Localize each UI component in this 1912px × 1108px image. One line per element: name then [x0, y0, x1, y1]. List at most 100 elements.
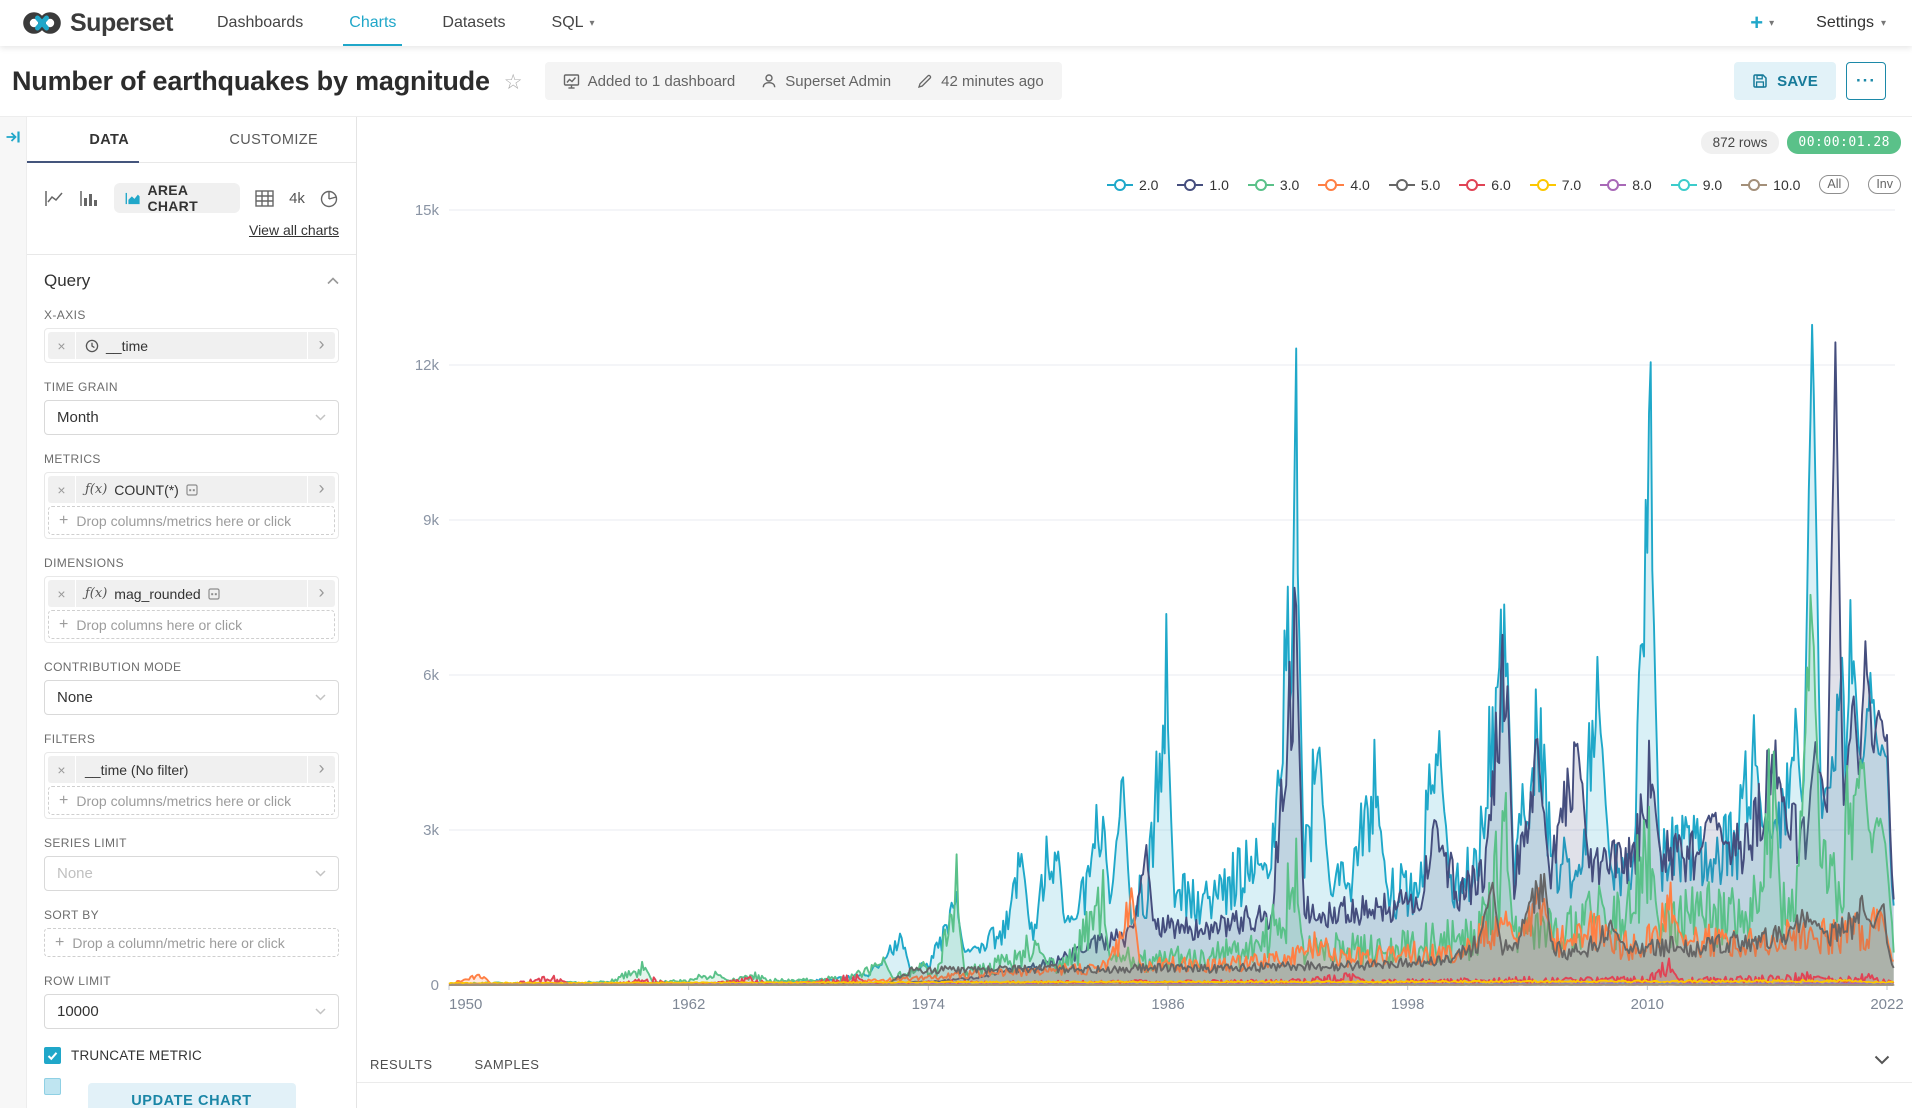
- last-modified-badge[interactable]: 42 minutes ago: [917, 73, 1044, 90]
- row-count-badge: 872 rows: [1701, 131, 1780, 154]
- main-nav: Dashboards Charts Datasets SQL▾: [217, 0, 595, 46]
- time-grain-field-label: TIME GRAIN: [44, 380, 339, 394]
- viztype-4k[interactable]: 4k: [289, 190, 305, 207]
- dimensions-dropzone[interactable]: + Drop columns here or click: [48, 610, 335, 639]
- time-grain-select[interactable]: Month: [44, 400, 339, 435]
- viztype-selected-area-chart[interactable]: AREA CHART: [114, 183, 240, 213]
- remove-icon[interactable]: ×: [48, 332, 75, 359]
- sort-by-field-label: SORT BY: [44, 908, 339, 922]
- tab-customize[interactable]: CUSTOMIZE: [192, 117, 357, 162]
- pie-chart-icon[interactable]: [320, 188, 339, 208]
- chart-pane: 872 rows 00:00:01.28 2.01.03.04.05.06.07…: [357, 117, 1912, 1108]
- remove-icon[interactable]: ×: [48, 580, 75, 607]
- collapse-rail: [0, 117, 27, 1108]
- nav-item-datasets[interactable]: Datasets: [442, 0, 505, 46]
- query-section-title: Query: [44, 271, 90, 291]
- dropzone-hint: Drop columns here or click: [76, 617, 242, 633]
- chevron-down-icon: [315, 870, 326, 877]
- settings-menu-button[interactable]: Settings ▾: [1816, 14, 1886, 32]
- view-all-charts-link[interactable]: View all charts: [249, 222, 339, 238]
- row-limit-field-label: ROW LIMIT: [44, 974, 339, 988]
- tab-results[interactable]: RESULTS: [370, 1057, 433, 1072]
- collapse-section-icon[interactable]: [327, 277, 339, 285]
- data-panel: DATA CUSTOMIZE AREA CHART 4k: [27, 117, 357, 1108]
- chart-meta-group: Added to 1 dashboard Superset Admin 42 m…: [545, 62, 1062, 100]
- area-chart-icon: [125, 191, 140, 206]
- check-icon: [47, 1051, 58, 1061]
- row-limit-value: 10000: [57, 1003, 99, 1020]
- y-tick-label: 6k: [423, 667, 439, 684]
- truncate-metric-checkbox[interactable]: [44, 1047, 61, 1064]
- plus-icon: +: [1750, 12, 1763, 34]
- line-chart-icon[interactable]: [44, 188, 64, 208]
- nav-item-charts[interactable]: Charts: [349, 0, 396, 46]
- table-icon[interactable]: [255, 188, 274, 208]
- dropzone-hint: Drop a column/metric here or click: [72, 935, 284, 951]
- superset-logo-icon: [22, 10, 62, 36]
- dimension-pill[interactable]: × ƒ(x) mag_rounded ›: [48, 580, 335, 607]
- chevron-down-icon: [315, 1008, 326, 1015]
- function-icon: ƒ(x): [85, 586, 107, 601]
- update-chart-button[interactable]: UPDATE CHART: [88, 1083, 296, 1108]
- metric-value: COUNT(*): [114, 482, 179, 498]
- time-grain-value: Month: [57, 409, 99, 426]
- chevron-right-icon[interactable]: ›: [308, 332, 335, 359]
- chart-header: Number of earthquakes by magnitude ☆ Add…: [0, 46, 1912, 117]
- dropzone-hint: Drop columns/metrics here or click: [76, 793, 291, 809]
- x-tick-label: 2022: [1870, 996, 1903, 1013]
- settings-label: Settings: [1816, 14, 1874, 32]
- xaxis-control: × __time ›: [44, 328, 339, 363]
- clock-icon: [85, 339, 99, 353]
- bar-chart-icon[interactable]: [79, 188, 99, 208]
- sort-by-dropzone[interactable]: + Drop a column/metric here or click: [44, 928, 339, 957]
- dashboard-count-badge[interactable]: Added to 1 dashboard: [563, 73, 736, 90]
- chevron-right-icon[interactable]: ›: [308, 756, 335, 783]
- xaxis-field-label: X-AXIS: [44, 308, 339, 322]
- x-tick-label: 1986: [1151, 996, 1184, 1013]
- remove-icon[interactable]: ×: [48, 756, 75, 783]
- nav-item-sql[interactable]: SQL▾: [552, 0, 595, 46]
- dimensions-field-label: DIMENSIONS: [44, 556, 339, 570]
- nav-item-dashboards[interactable]: Dashboards: [217, 0, 303, 46]
- remove-icon[interactable]: ×: [48, 476, 75, 503]
- dropzone-hint: Drop columns/metrics here or click: [76, 513, 291, 529]
- metrics-dropzone[interactable]: + Drop columns/metrics here or click: [48, 506, 335, 535]
- expand-results-chevron-icon[interactable]: [1874, 1055, 1890, 1065]
- filter-pill[interactable]: × __time (No filter) ›: [48, 756, 335, 783]
- metric-pill[interactable]: × ƒ(x) COUNT(*) ›: [48, 476, 335, 503]
- expand-panel-icon[interactable]: [5, 129, 22, 145]
- tab-data[interactable]: DATA: [27, 117, 192, 162]
- contribution-mode-select[interactable]: None: [44, 680, 339, 715]
- row-limit-select[interactable]: 10000: [44, 994, 339, 1029]
- series-limit-select[interactable]: None: [44, 856, 339, 891]
- caret-down-icon: ▾: [1881, 18, 1886, 29]
- chevron-right-icon[interactable]: ›: [308, 580, 335, 607]
- truncate-metric-row: TRUNCATE METRIC: [44, 1047, 339, 1064]
- tab-samples[interactable]: SAMPLES: [475, 1057, 540, 1072]
- x-tick-label: 1998: [1391, 996, 1424, 1013]
- more-options-button[interactable]: ···: [1846, 62, 1886, 100]
- xaxis-pill[interactable]: × __time ›: [48, 332, 335, 359]
- filters-dropzone[interactable]: + Drop columns/metrics here or click: [48, 786, 335, 815]
- dataset-field-icon: [208, 588, 220, 600]
- page-title[interactable]: Number of earthquakes by magnitude: [12, 66, 490, 97]
- chevron-right-icon[interactable]: ›: [308, 476, 335, 503]
- owner-badge[interactable]: Superset Admin: [761, 73, 891, 90]
- panel-tabs: DATA CUSTOMIZE: [27, 117, 356, 163]
- y-tick-label: 9k: [423, 512, 439, 529]
- save-button[interactable]: SAVE: [1734, 62, 1836, 100]
- modified-badge-label: 42 minutes ago: [941, 73, 1044, 90]
- x-tick-label: 1974: [912, 996, 945, 1013]
- query-section-header[interactable]: Query: [44, 271, 339, 291]
- brand-name: Superset: [70, 9, 173, 38]
- caret-down-icon: ▾: [590, 18, 595, 29]
- dashboard-icon: [563, 73, 580, 90]
- superset-logo[interactable]: Superset: [0, 9, 203, 38]
- favorite-star-icon[interactable]: ☆: [504, 70, 523, 95]
- y-tick-label: 15k: [415, 202, 440, 219]
- save-icon: [1752, 73, 1768, 89]
- function-icon: ƒ(x): [85, 482, 107, 497]
- new-menu-button[interactable]: + ▾: [1750, 12, 1774, 34]
- area-chart[interactable]: 03k6k9k12k15k195019621974198619982010202…: [357, 187, 1912, 1032]
- contribution-value: None: [57, 689, 93, 706]
